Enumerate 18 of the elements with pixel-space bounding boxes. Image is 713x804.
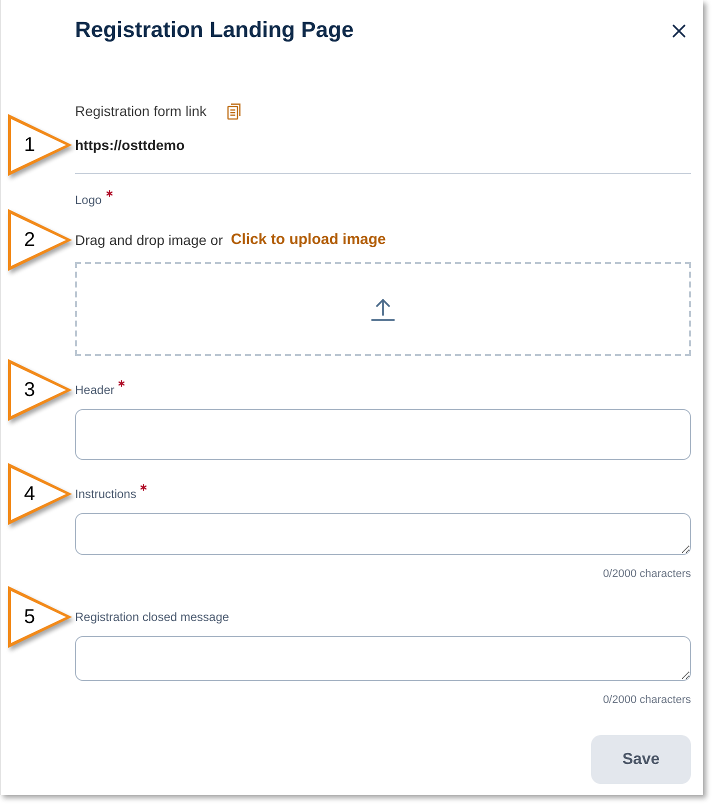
- upload-hint: Drag and drop image or: [75, 231, 223, 250]
- upload-link[interactable]: Click to upload image: [230, 230, 386, 250]
- field-label: Instructions: [75, 486, 136, 502]
- dialog-title: Registration Landing Page: [75, 17, 354, 43]
- upload-icon: [371, 297, 395, 321]
- character-counter: 0/2000 characters: [602, 693, 691, 707]
- text-area-field[interactable]: [75, 636, 691, 681]
- form-link-url: https://osttdemo: [75, 136, 185, 155]
- upload-dropzone[interactable]: [75, 262, 691, 356]
- character-counter: 0/2000 characters: [602, 567, 691, 581]
- form-link-label: Registration form link: [75, 102, 206, 121]
- field-label: Registration closed message: [75, 609, 230, 625]
- copy-icon: [226, 102, 240, 120]
- field-label: Header: [75, 382, 114, 398]
- copy-button[interactable]: [226, 102, 240, 120]
- text-input-field[interactable]: [75, 409, 691, 460]
- field-label: Logo: [75, 192, 102, 208]
- text-area-field[interactable]: [75, 513, 691, 555]
